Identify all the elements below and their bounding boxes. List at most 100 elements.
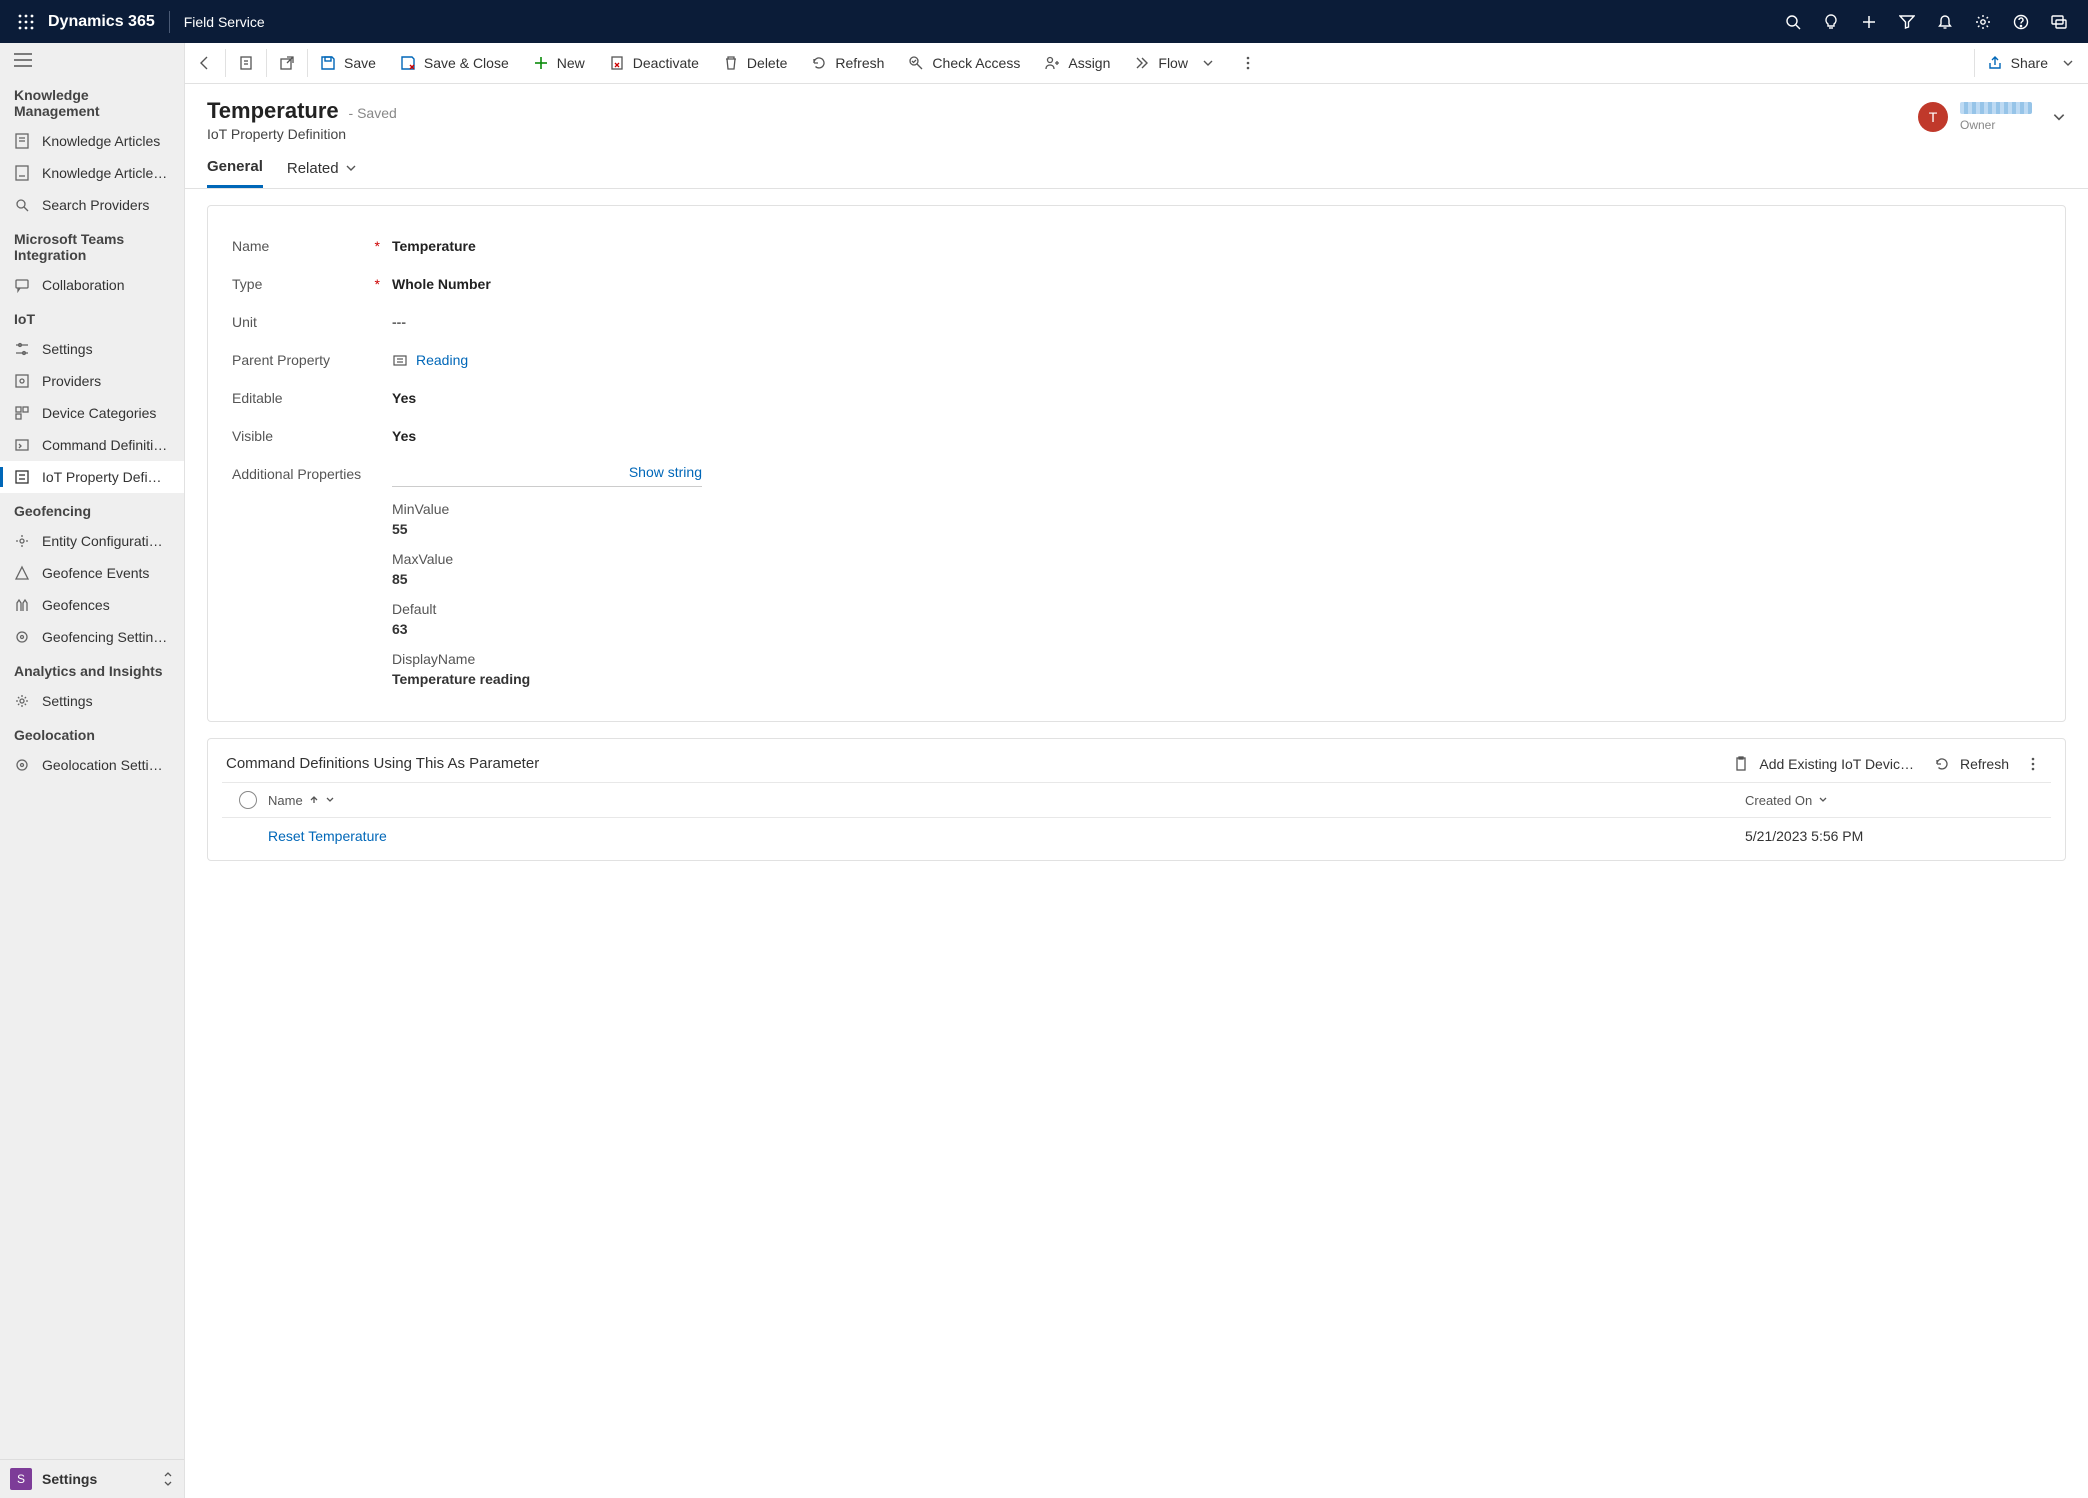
gear-icon [14, 533, 30, 549]
flow-button[interactable]: Flow [1122, 43, 1228, 83]
field-value-visible[interactable]: Yes [392, 426, 416, 444]
subgrid-refresh-button[interactable]: Refresh [1924, 756, 2019, 772]
new-button[interactable]: New [521, 43, 597, 83]
page-scroll[interactable]: Temperature - Saved IoT Property Definit… [185, 84, 2088, 1498]
save-close-button[interactable]: Save & Close [388, 43, 521, 83]
nav-group-knowledge: Knowledge Management [0, 77, 184, 125]
prop-key-displayname: DisplayName [392, 651, 2041, 667]
add-button[interactable] [1850, 6, 1888, 38]
lookup-icon [392, 352, 408, 368]
show-string-link[interactable]: Show string [629, 464, 702, 480]
open-new-window-button[interactable] [267, 43, 307, 83]
add-existing-button[interactable]: Add Existing IoT Devic… [1723, 756, 1924, 772]
field-value-unit[interactable]: --- [392, 312, 406, 330]
owner-field[interactable]: T Owner [1918, 102, 2066, 132]
notifications-button[interactable] [1926, 6, 1964, 38]
sidebar-item-entity-configuration[interactable]: Entity Configurati… [0, 525, 184, 557]
field-value-name[interactable]: Temperature [392, 236, 476, 254]
sidebar-item-geofencing-settings[interactable]: Geofencing Settin… [0, 621, 184, 653]
save-close-icon [400, 55, 416, 71]
area-label: Settings [42, 1471, 152, 1487]
share-button[interactable]: Share [1975, 43, 2088, 83]
more-vertical-icon [2025, 756, 2041, 772]
prop-val-displayname[interactable]: Temperature reading [392, 671, 2041, 687]
save-button[interactable]: Save [308, 43, 388, 83]
field-label-type: Type [232, 276, 262, 292]
sidebar-item-providers[interactable]: Providers [0, 365, 184, 397]
tab-related[interactable]: Related [287, 158, 357, 188]
subgrid-overflow-button[interactable] [2019, 756, 2047, 772]
sidebar-item-iot-settings[interactable]: Settings [0, 333, 184, 365]
clipboard-icon [1733, 756, 1749, 772]
nav-group-teams: Microsoft Teams Integration [0, 221, 184, 269]
sidebar-item-analytics-settings[interactable]: Settings [0, 685, 184, 717]
subgrid-command-definitions: Command Definitions Using This As Parame… [207, 738, 2066, 861]
chevron-down-icon [2060, 55, 2076, 71]
chat-icon [14, 277, 30, 293]
settings-button[interactable] [1964, 6, 2002, 38]
lightbulb-button[interactable] [1812, 6, 1850, 38]
record-set-button[interactable] [226, 43, 266, 83]
sidebar-item-collaboration[interactable]: Collaboration [0, 269, 184, 301]
nav-group-geolocation: Geolocation [0, 717, 184, 749]
provider-icon [14, 373, 30, 389]
sidebar-item-iot-property-definitions[interactable]: IoT Property Defi… [0, 461, 184, 493]
column-header-name[interactable]: Name [268, 793, 1745, 808]
field-value-editable[interactable]: Yes [392, 388, 416, 406]
general-section: Name* Temperature Type* Whole Number Uni… [207, 205, 2066, 722]
back-button[interactable] [185, 43, 225, 83]
sidebar-scroll[interactable]: Knowledge Management Knowledge Articles … [0, 77, 184, 1498]
grid-header-row: Name Created On [222, 782, 2051, 818]
tab-general[interactable]: General [207, 158, 263, 188]
sidebar-item-command-definitions[interactable]: Command Definiti… [0, 429, 184, 461]
sidebar-item-geofence-events[interactable]: Geofence Events [0, 557, 184, 589]
hamburger-button[interactable] [14, 53, 170, 67]
help-button[interactable] [2002, 6, 2040, 38]
popout-icon [279, 55, 295, 71]
field-label-parent: Parent Property [232, 352, 330, 368]
chat-button[interactable] [2040, 6, 2078, 38]
field-value-parent-link[interactable]: Reading [392, 350, 468, 368]
sidebar-item-device-categories[interactable]: Device Categories [0, 397, 184, 429]
more-vertical-icon [1240, 55, 1256, 71]
assign-button[interactable]: Assign [1032, 43, 1122, 83]
owner-name-redacted [1960, 102, 2032, 114]
check-access-icon [908, 55, 924, 71]
sidebar-item-search-providers[interactable]: Search Providers [0, 189, 184, 221]
prop-val-maxvalue[interactable]: 85 [392, 571, 2041, 587]
select-all-checkbox[interactable] [239, 791, 257, 809]
record-entity-label: IoT Property Definition [207, 126, 1918, 142]
trash-icon [723, 55, 739, 71]
sidebar-area-switcher[interactable]: S Settings [0, 1459, 184, 1498]
row-created-on: 5/21/2023 5:56 PM [1745, 828, 1863, 844]
sidebar-item-knowledge-articles[interactable]: Knowledge Articles [0, 125, 184, 157]
delete-button[interactable]: Delete [711, 43, 799, 83]
refresh-button[interactable]: Refresh [799, 43, 896, 83]
sidebar-item-knowledge-article-templates[interactable]: Knowledge Article… [0, 157, 184, 189]
record-header: Temperature - Saved IoT Property Definit… [185, 84, 2088, 142]
sidebar: Knowledge Management Knowledge Articles … [0, 43, 185, 1498]
target-icon [14, 629, 30, 645]
field-label-name: Name [232, 238, 269, 254]
flow-icon [1134, 55, 1150, 71]
column-header-created-on[interactable]: Created On [1745, 793, 2045, 808]
table-row[interactable]: Reset Temperature 5/21/2023 5:56 PM [222, 818, 2051, 854]
prop-key-default: Default [392, 601, 2041, 617]
check-access-button[interactable]: Check Access [896, 43, 1032, 83]
field-value-type[interactable]: Whole Number [392, 274, 491, 292]
app-launcher-button[interactable] [10, 6, 42, 38]
prop-val-default[interactable]: 63 [392, 621, 2041, 637]
chevron-down-icon [2052, 110, 2066, 124]
prop-val-minvalue[interactable]: 55 [392, 521, 2041, 537]
chevron-down-icon [1200, 55, 1216, 71]
overflow-button[interactable] [1228, 43, 1268, 83]
row-link-name[interactable]: Reset Temperature [268, 828, 387, 844]
deactivate-button[interactable]: Deactivate [597, 43, 711, 83]
filter-button[interactable] [1888, 6, 1926, 38]
fence-icon [14, 597, 30, 613]
save-icon [320, 55, 336, 71]
field-label-unit: Unit [232, 314, 257, 330]
sidebar-item-geolocation-settings[interactable]: Geolocation Setti… [0, 749, 184, 781]
sidebar-item-geofences[interactable]: Geofences [0, 589, 184, 621]
search-button[interactable] [1774, 6, 1812, 38]
